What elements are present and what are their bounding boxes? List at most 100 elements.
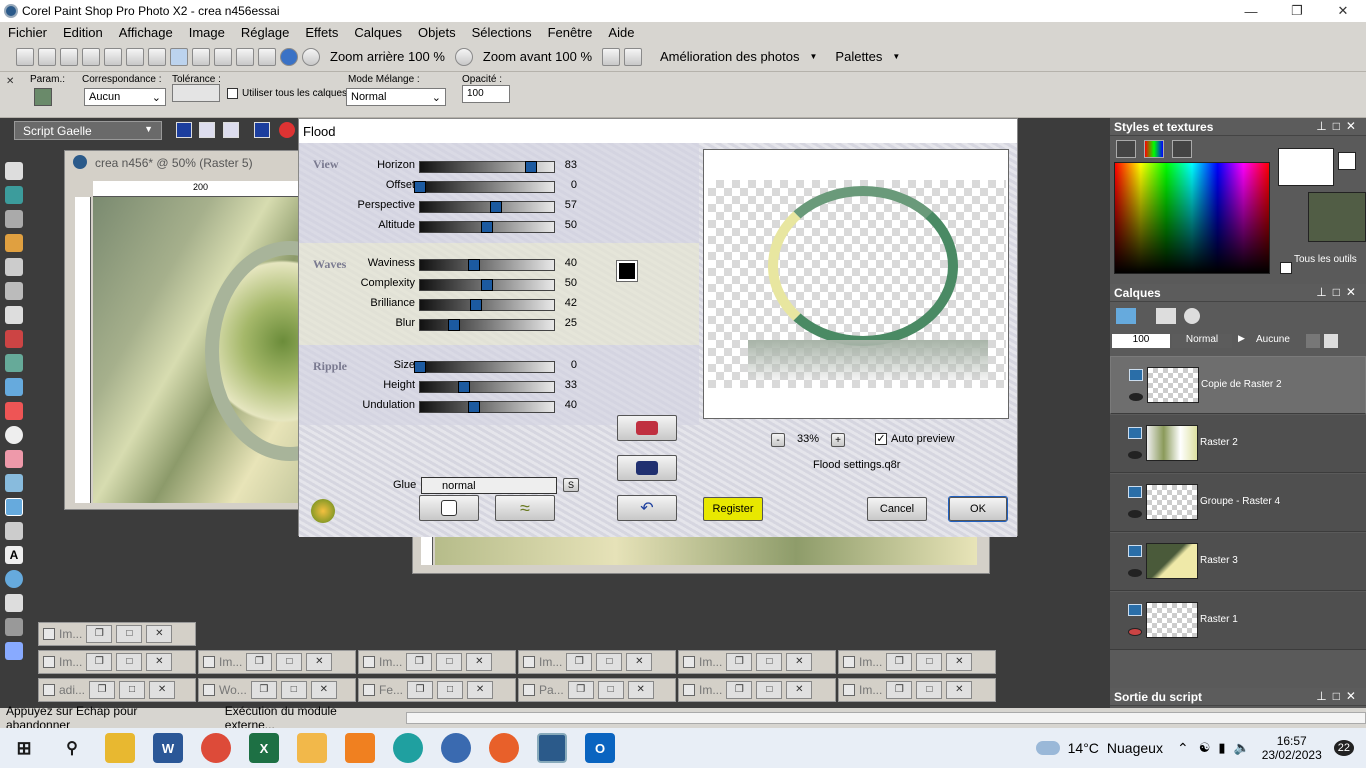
minimized-window[interactable]: adi... ❐ □ ✕ <box>38 678 196 702</box>
tolerance-input[interactable] <box>172 84 220 102</box>
styles-tab-icon[interactable] <box>1116 140 1136 158</box>
slider-thumb[interactable] <box>414 361 426 373</box>
magic-wand-icon[interactable] <box>5 234 23 252</box>
slider-track[interactable] <box>419 201 555 213</box>
link-layer-icon[interactable] <box>1306 334 1320 348</box>
minimized-window[interactable]: Im... ❐ □ ✕ <box>838 650 996 674</box>
battery-icon[interactable]: ▮ <box>1218 740 1225 756</box>
photo-fix-menu[interactable]: Amélioration des photos <box>660 49 799 64</box>
edge-icon[interactable] <box>393 733 423 763</box>
pattern-tab-icon[interactable] <box>1172 140 1192 158</box>
file-explorer-icon[interactable] <box>105 733 135 763</box>
image-canvas[interactable] <box>93 197 375 503</box>
visibility-eye-icon[interactable] <box>1128 569 1142 577</box>
glue-options-button[interactable]: S <box>563 478 579 492</box>
paste-icon[interactable] <box>214 47 232 66</box>
minimized-window[interactable]: Wo... ❐ □ ✕ <box>198 678 356 702</box>
copy-icon[interactable] <box>236 47 254 66</box>
slider-track[interactable] <box>419 279 555 291</box>
minimized-window[interactable]: Im... ❐ □ ✕ <box>198 650 356 674</box>
minimized-window[interactable]: Im... ❐ □ ✕ <box>38 622 196 646</box>
store-icon[interactable] <box>297 733 327 763</box>
script-interactive-icon[interactable] <box>199 122 215 138</box>
word-icon[interactable]: W <box>153 733 183 763</box>
foreground-swatch[interactable] <box>1278 148 1334 186</box>
zoom-out-button[interactable]: Zoom arrière 100 % <box>330 49 445 64</box>
layer-row[interactable]: Copie de Raster 2 <box>1110 356 1366 414</box>
match-select[interactable]: Aucun ⌄ <box>84 88 166 106</box>
document-window[interactable]: crea n456* @ 50% (Raster 5) 200 <box>64 150 375 510</box>
slider-track[interactable] <box>419 401 555 413</box>
zoom-in-button[interactable]: Zoom avant 100 % <box>483 49 592 64</box>
crop-tool-icon[interactable] <box>5 282 23 300</box>
slider-track[interactable] <box>414 181 555 193</box>
visibility-eye-icon[interactable] <box>1128 510 1142 518</box>
all-tools-checkbox[interactable] <box>1280 262 1292 274</box>
opacity-input[interactable]: 100 <box>462 85 510 103</box>
minimized-window[interactable]: Im... ❐ □ ✕ <box>838 678 996 702</box>
minimized-window[interactable]: Im... ❐ □ ✕ <box>678 678 836 702</box>
slider-thumb[interactable] <box>467 401 480 413</box>
red-eye-icon[interactable] <box>5 330 23 348</box>
eraser-icon[interactable] <box>5 450 23 468</box>
minimized-window[interactable]: Pa... ❐ □ ✕ <box>518 678 676 702</box>
minimized-window[interactable]: Im... ❐ □ ✕ <box>678 650 836 674</box>
zoom-minus-button[interactable]: - <box>771 433 785 447</box>
all-layers-checkbox[interactable] <box>227 88 238 99</box>
menu-effets[interactable]: Effets <box>297 25 346 40</box>
minimized-window[interactable]: Im... ❐ □ ✕ <box>358 650 516 674</box>
blend-arrow-icon[interactable]: ▶ <box>1238 333 1250 347</box>
network-icon[interactable]: ☯ <box>1199 740 1211 756</box>
minimize-button[interactable]: — <box>1228 0 1274 22</box>
scan-icon[interactable] <box>82 47 100 66</box>
slider-track[interactable] <box>419 299 555 311</box>
slider-track[interactable] <box>419 319 555 331</box>
run-script-icon[interactable] <box>176 122 192 138</box>
search-icon[interactable]: ⚲ <box>57 733 87 763</box>
menu-calques[interactable]: Calques <box>346 25 410 40</box>
slider-thumb[interactable] <box>414 181 426 193</box>
record-script-icon[interactable] <box>254 122 270 138</box>
layer-row[interactable]: Groupe - Raster 4 <box>1110 474 1366 532</box>
slider-track[interactable] <box>419 381 555 393</box>
menu-fichier[interactable]: Fichier <box>0 25 55 40</box>
layer-row[interactable]: Raster 1 <box>1110 592 1366 650</box>
slider-thumb[interactable] <box>481 221 493 233</box>
menu-edition[interactable]: Edition <box>55 25 111 40</box>
register-button[interactable]: Register <box>703 497 763 521</box>
firefox-icon[interactable] <box>489 733 519 763</box>
script-select[interactable]: Script Gaelle ▼ <box>14 121 162 140</box>
blend-select[interactable]: Normal ⌄ <box>346 88 446 106</box>
cancel-button[interactable]: Cancel <box>867 497 927 521</box>
wave-button[interactable]: ≈ <box>495 495 555 521</box>
slider-track[interactable] <box>419 161 555 173</box>
close-button[interactable]: ✕ <box>1320 0 1366 22</box>
visibility-eye-icon[interactable] <box>1129 393 1143 401</box>
dropper-icon[interactable] <box>5 258 23 276</box>
undo-icon[interactable] <box>170 47 188 66</box>
browse-icon[interactable] <box>60 47 78 66</box>
pan-tool-icon[interactable] <box>5 162 23 180</box>
paint-brush-icon[interactable] <box>5 402 23 420</box>
info-icon[interactable] <box>280 47 298 66</box>
hidden-eye-icon[interactable] <box>1128 628 1142 636</box>
network-app-icon[interactable] <box>441 733 471 763</box>
retouch-icon[interactable] <box>5 378 23 396</box>
zoom-out-icon[interactable] <box>302 47 320 66</box>
slider-thumb[interactable] <box>525 161 538 173</box>
layer-properties-icon[interactable] <box>1184 308 1200 324</box>
flood-fill-icon[interactable] <box>34 88 52 106</box>
menu-aide[interactable]: Aide <box>600 25 642 40</box>
save-preset-button[interactable] <box>617 455 677 481</box>
shape-tool-icon[interactable] <box>5 570 23 588</box>
airbrush-icon[interactable] <box>5 642 23 660</box>
minimized-window[interactable]: Im... ❐ □ ✕ <box>518 650 676 674</box>
visibility-eye-icon[interactable] <box>1128 451 1142 459</box>
weather-desc[interactable]: Nuageux <box>1107 740 1163 756</box>
layer-row[interactable]: Raster 3 <box>1110 533 1366 591</box>
maximize-button[interactable]: ❐ <box>1274 0 1320 22</box>
print-icon[interactable] <box>148 47 166 66</box>
stop-script-icon[interactable] <box>279 122 295 138</box>
clone-brush-icon[interactable] <box>5 354 23 372</box>
close-options-icon[interactable]: ✕ <box>6 76 14 87</box>
